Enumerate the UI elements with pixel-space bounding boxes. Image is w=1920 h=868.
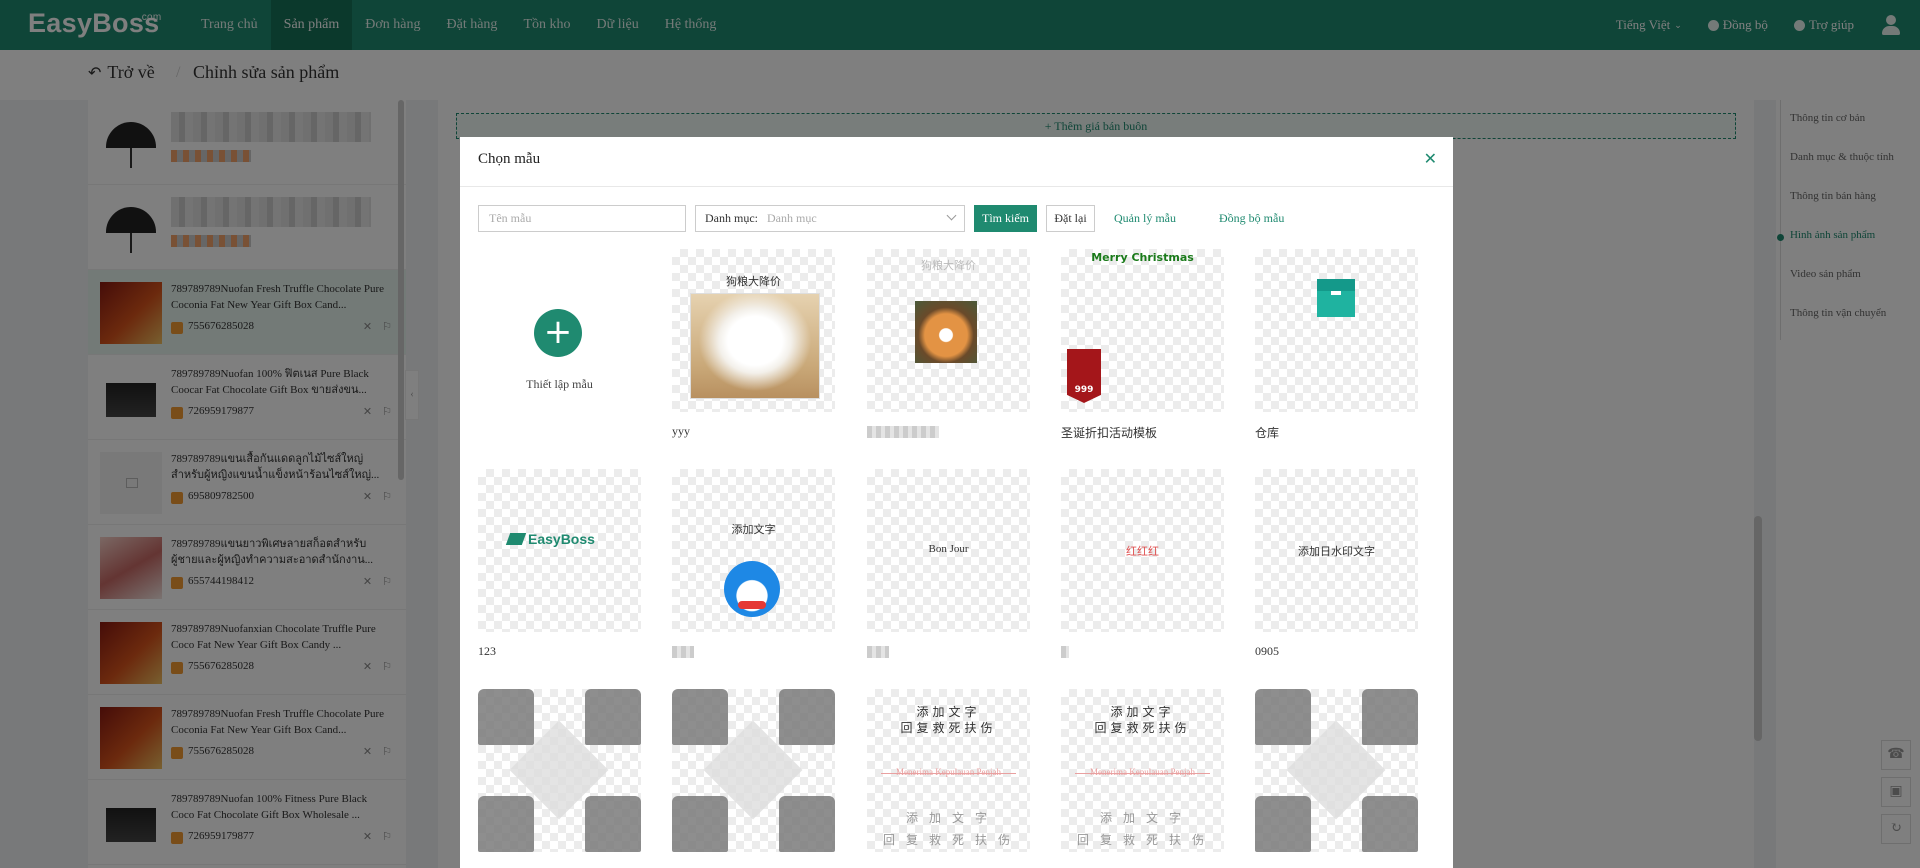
shirt-image bbox=[779, 796, 835, 852]
template-preview bbox=[1255, 249, 1418, 412]
template-text-line: 添加文字 bbox=[916, 705, 981, 719]
template-preview: 红红红 bbox=[1061, 469, 1224, 632]
template-name-blurred bbox=[867, 426, 939, 438]
template-preview: 添加文字回复救死扶伤 Menerima Kepulauan Penjah 添 加 文… bbox=[1061, 689, 1224, 852]
template-card[interactable]: 红红红 bbox=[1061, 469, 1224, 658]
template-card[interactable]: Bon Jour bbox=[867, 469, 1030, 658]
category-select[interactable]: Danh mục: Danh mục bbox=[695, 205, 965, 232]
template-preview: 添加文字 bbox=[672, 469, 835, 632]
manage-templates-link[interactable]: Quản lý mẫu bbox=[1114, 211, 1176, 226]
template-name-blurred bbox=[1061, 646, 1069, 658]
template-name-blurred bbox=[672, 646, 694, 658]
template-preview: EasyBoss bbox=[478, 469, 641, 632]
template-name: yyy bbox=[672, 424, 690, 438]
template-text-line: 回复救死扶伤 bbox=[900, 721, 997, 735]
template-preview: Merry Christmas 999 bbox=[1061, 249, 1224, 412]
template-preview: 添加日水印文字 bbox=[1255, 469, 1418, 632]
template-overlay-text: 狗粮大降价 bbox=[726, 276, 781, 288]
template-grid: + Thiết lập mẫu 狗粮大降价 yyy 狗粮大降价 Merry Chris… bbox=[478, 249, 1438, 868]
template-card[interactable]: Merry Christmas 999 圣诞折扣活动模板 bbox=[1061, 249, 1224, 440]
template-overlay-text: Bon Jour bbox=[928, 543, 969, 555]
template-text-line: 回 复 救 死 扶 伤 bbox=[1076, 833, 1208, 847]
choose-template-modal: Chọn mẫu ✕ Danh mục: Danh mục Tìm kiếm Đ… bbox=[460, 137, 1453, 868]
template-overlay-text: 狗粮大降价 bbox=[921, 260, 976, 272]
template-text-line: 添 加 文 字 bbox=[1099, 811, 1185, 825]
template-text-line: Menerima Kepulauan Penjah bbox=[1061, 767, 1224, 777]
discount-ribbon: 999 bbox=[1067, 349, 1101, 403]
shirt-image bbox=[779, 689, 835, 745]
template-overlay-text: Merry Christmas bbox=[1091, 251, 1194, 264]
template-name: 圣诞折扣活动模板 bbox=[1061, 426, 1158, 440]
shirt-image bbox=[1362, 796, 1418, 852]
template-name bbox=[1061, 864, 1224, 868]
shirt-image bbox=[585, 796, 641, 852]
template-name bbox=[672, 864, 835, 868]
template-card[interactable]: 添加文字回复救死扶伤 Menerima Kepulauan Penjah 添 加 文… bbox=[867, 689, 1030, 868]
ribbon-price: 999 bbox=[1074, 385, 1094, 395]
template-name: 仓库 bbox=[1255, 426, 1280, 440]
template-preview bbox=[1255, 689, 1418, 852]
template-card[interactable]: EasyBoss 123 bbox=[478, 469, 641, 660]
chevron-down-icon bbox=[946, 210, 957, 221]
doraemon-sticker bbox=[724, 561, 780, 617]
category-placeholder: Danh mục bbox=[767, 211, 817, 225]
template-card[interactable]: 狗粮大降价 yyy bbox=[672, 249, 835, 440]
template-text-line: 添加文字 bbox=[1110, 705, 1175, 719]
shirt-image bbox=[478, 796, 534, 852]
shirt-image bbox=[478, 689, 534, 745]
template-card[interactable]: 狗粮大降价 bbox=[867, 249, 1030, 438]
shiba-image bbox=[915, 301, 977, 363]
easyboss-watermark: EasyBoss bbox=[505, 531, 595, 547]
template-name-blurred bbox=[867, 646, 889, 658]
shirt-image bbox=[1362, 689, 1418, 745]
template-card[interactable]: 添加文字 bbox=[672, 469, 835, 658]
template-preview: 狗粮大降价 bbox=[672, 249, 835, 412]
template-name: 123 bbox=[478, 644, 496, 658]
template-preview bbox=[478, 689, 641, 852]
sync-templates-link[interactable]: Đồng bộ mẫu bbox=[1219, 211, 1284, 226]
create-template-label: Thiết lập mẫu bbox=[526, 377, 593, 391]
shirt-image bbox=[1255, 796, 1311, 852]
shirt-image bbox=[672, 796, 728, 852]
template-search-bar: Danh mục: Danh mục Tìm kiếm Đặt lại Quản… bbox=[478, 205, 1438, 232]
modal-header: Chọn mẫu ✕ bbox=[460, 137, 1453, 187]
template-card[interactable]: 添加日水印文字 0905 bbox=[1255, 469, 1418, 660]
template-name: 0905 bbox=[1255, 644, 1279, 658]
template-overlay-text: 添加日水印文字 bbox=[1298, 546, 1375, 558]
template-card[interactable]: 添加文字回复救死扶伤 Menerima Kepulauan Penjah 添 加 文… bbox=[1061, 689, 1224, 868]
close-icon[interactable]: ✕ bbox=[1424, 149, 1437, 168]
template-name bbox=[1255, 864, 1418, 868]
search-button[interactable]: Tìm kiếm bbox=[974, 205, 1037, 232]
plus-icon: + bbox=[534, 309, 582, 357]
template-card[interactable]: 仓库 bbox=[1255, 249, 1418, 440]
template-text-line: Menerima Kepulauan Penjah bbox=[867, 767, 1030, 777]
template-preview: Bon Jour bbox=[867, 469, 1030, 632]
shirt-image bbox=[1255, 689, 1311, 745]
shirt-image bbox=[585, 689, 641, 745]
modal-title: Chọn mẫu bbox=[478, 151, 541, 167]
template-text-line: 回复救死扶伤 bbox=[1094, 721, 1191, 735]
template-card[interactable] bbox=[1255, 689, 1418, 868]
template-name bbox=[478, 864, 641, 868]
template-preview bbox=[672, 689, 835, 852]
reset-button[interactable]: Đặt lại bbox=[1046, 205, 1095, 232]
template-preview: 狗粮大降价 bbox=[867, 249, 1030, 412]
template-preview: 添加文字回复救死扶伤 Menerima Kepulauan Penjah 添 加 文… bbox=[867, 689, 1030, 852]
template-name bbox=[867, 864, 1030, 868]
puppy-image bbox=[690, 293, 820, 399]
template-card[interactable] bbox=[478, 689, 641, 868]
template-overlay-text: 红红红 bbox=[1126, 546, 1159, 558]
shirt-image bbox=[672, 689, 728, 745]
template-name-input[interactable] bbox=[478, 205, 686, 232]
template-overlay-text: 添加文字 bbox=[731, 524, 776, 536]
create-template-tile[interactable]: + Thiết lập mẫu bbox=[478, 249, 641, 412]
template-text-line: 回 复 救 死 扶 伤 bbox=[882, 833, 1014, 847]
warehouse-box-icon bbox=[1317, 279, 1355, 317]
template-text-line: 添 加 文 字 bbox=[905, 811, 991, 825]
category-label: Danh mục: bbox=[705, 211, 758, 225]
template-card[interactable] bbox=[672, 689, 835, 868]
